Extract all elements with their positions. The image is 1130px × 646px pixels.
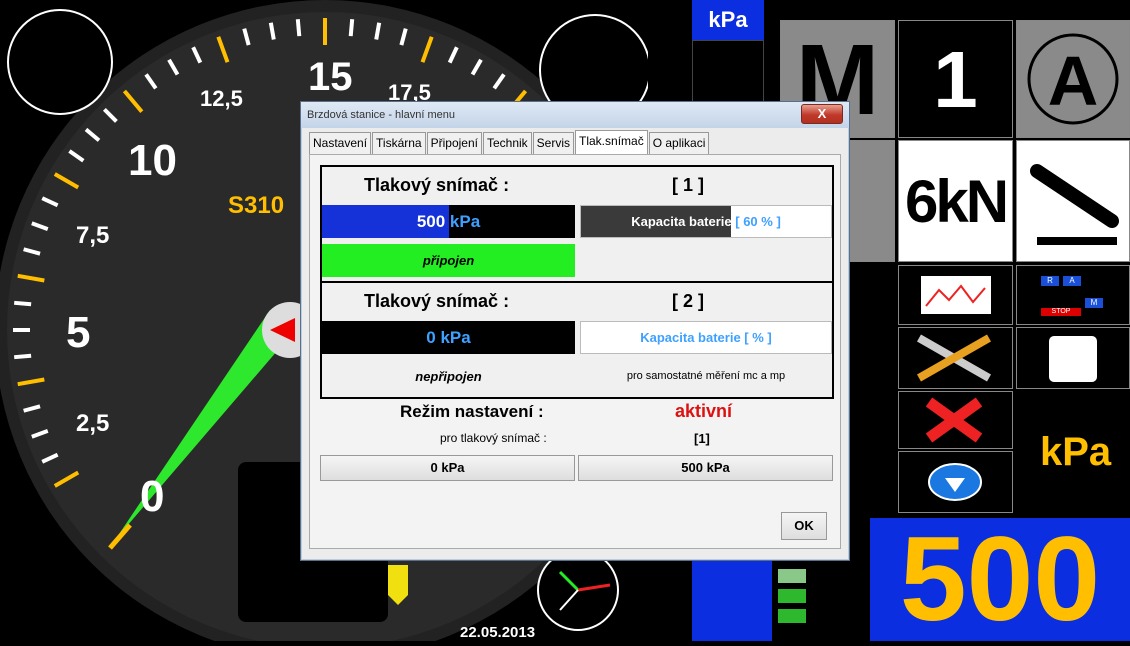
sensor-1-unit: kPa xyxy=(449,212,481,231)
gear-number: 1 xyxy=(933,35,978,124)
level-indicator xyxy=(775,565,810,641)
gauge-tick xyxy=(348,19,355,37)
mode-value: aktivní xyxy=(675,401,733,421)
tab-bar: Nastavení Tiskárna Připojení Technik Ser… xyxy=(309,130,710,154)
big-value: 500 xyxy=(899,512,1101,646)
remote-tile[interactable]: R A M STOP xyxy=(1016,265,1130,325)
device-label: S310 xyxy=(228,192,285,219)
pedal-icon xyxy=(1030,164,1119,245)
gauge-tick xyxy=(14,300,32,307)
sensor-1-pressure-bar: 500 kPa xyxy=(322,205,575,238)
sensor-2-group: Tlakový snímač : [ 2 ] 0 kPa Kapacita ba… xyxy=(320,281,834,399)
close-icon: X xyxy=(817,106,827,121)
tick-label-7-5: 7,5 xyxy=(76,222,110,249)
pedal-tile[interactable] xyxy=(1016,140,1130,262)
gauge-tick xyxy=(14,353,32,360)
sensor-2-battery: Kapacita baterie [ % ] xyxy=(580,321,832,354)
tools-icon xyxy=(917,334,991,382)
sensor-1-status: připojen xyxy=(322,244,575,277)
corner-circle-left xyxy=(7,9,113,115)
sensor-1-battery: Kapacita baterie [ 60 % ] xyxy=(580,205,832,238)
big-value-panel: 500 xyxy=(870,518,1130,641)
sensor-2-title: Tlakový snímač : xyxy=(364,291,510,311)
delete-tile[interactable] xyxy=(898,391,1013,449)
sensor-2-value: 0 xyxy=(426,328,436,347)
sensor-2-battery-label: Kapacita baterie [ % ] xyxy=(640,330,772,345)
tick-label-12-5: 12,5 xyxy=(200,86,243,111)
sensor-1-title: Tlakový snímač : xyxy=(364,175,510,195)
graph-tile[interactable] xyxy=(898,265,1013,325)
tab-tlak-snimac[interactable]: Tlak.snímač xyxy=(575,130,648,154)
dialog-title: Brzdová stanice - hlavní menu xyxy=(307,109,455,121)
calculator-icon xyxy=(1049,336,1097,382)
force-tile[interactable]: 6kN xyxy=(898,140,1013,262)
close-icon xyxy=(925,397,983,443)
calculator-tile[interactable] xyxy=(1016,327,1130,389)
sensor-2-note: pro samostatné měření mc a mp xyxy=(626,370,786,382)
date-label: 22.05.2013 xyxy=(460,624,536,641)
graph-icon xyxy=(920,276,991,314)
unit-label-right: kPa xyxy=(1040,430,1112,474)
tab-tiskarna[interactable]: Tiskárna xyxy=(372,132,426,154)
sensor-1-group: Tlakový snímač : [ 1 ] 500 kPa Kapacita … xyxy=(320,165,834,283)
max-pressure-button[interactable]: 500 kPa xyxy=(578,455,833,481)
sensor-2-status: nepřipojen xyxy=(415,369,482,384)
ok-button[interactable]: OK xyxy=(781,512,827,540)
download-tile[interactable] xyxy=(898,451,1013,513)
mode-label: Režim nastavení : xyxy=(400,402,544,421)
sensor-2-index: [ 2 ] xyxy=(672,291,705,311)
remote-key-r: R xyxy=(1041,276,1059,286)
tab-o-aplikaci[interactable]: O aplikaci xyxy=(648,132,710,154)
tick-label-0: 0 xyxy=(140,472,165,521)
tab-nastaveni[interactable]: Nastavení xyxy=(309,132,372,154)
tab-panel: Tlakový snímač : [ 1 ] 500 kPa Kapacita … xyxy=(309,154,841,549)
force-label: 6kN xyxy=(904,168,1009,235)
remote-keys-icon: R A M STOP xyxy=(1041,276,1105,316)
min-pressure-button[interactable]: 0 kPa xyxy=(320,455,575,481)
tick-label-5: 5 xyxy=(66,308,91,357)
remote-key-a: A xyxy=(1063,276,1081,286)
sensor-2-pressure-bar: 0 kPa xyxy=(322,321,575,354)
tab-pripojeni[interactable]: Připojení xyxy=(426,132,482,154)
download-icon xyxy=(928,463,982,501)
tab-servis[interactable]: Servis xyxy=(532,132,575,154)
sensor-1-battery-value: [ 60 % ] xyxy=(735,214,781,229)
unit-badge-top: kPa xyxy=(692,0,764,40)
mode-sub-label: pro tlakový snímač : xyxy=(440,431,547,445)
remote-key-stop: STOP xyxy=(1041,308,1081,316)
dialog-titlebar: Brzdová stanice - hlavní menu X xyxy=(301,102,849,128)
tools-tile[interactable] xyxy=(898,327,1013,389)
tab-technik[interactable]: Technik xyxy=(482,132,532,154)
tick-label-2-5: 2,5 xyxy=(76,410,110,437)
sensor-2-unit: kPa xyxy=(440,328,471,347)
remote-key-m: M xyxy=(1085,298,1103,308)
gauge-tick xyxy=(295,19,302,37)
tick-label-15: 15 xyxy=(308,55,353,99)
close-button[interactable]: X xyxy=(801,104,843,124)
sensor-1-value: 500 xyxy=(416,212,446,231)
gear-tile[interactable]: 1 xyxy=(898,20,1013,138)
auto-mode-icon: A xyxy=(1027,33,1119,125)
sensor-1-index: [ 1 ] xyxy=(672,175,705,195)
auto-tile[interactable]: A xyxy=(1016,20,1130,138)
auto-letter: A xyxy=(1048,42,1099,120)
mode-sub-value: [1] xyxy=(694,431,710,446)
tick-label-10: 10 xyxy=(128,136,177,185)
sensor-1-battery-label: Kapacita baterie xyxy=(631,214,732,229)
main-menu-dialog: Brzdová stanice - hlavní menu X Nastaven… xyxy=(300,101,850,561)
